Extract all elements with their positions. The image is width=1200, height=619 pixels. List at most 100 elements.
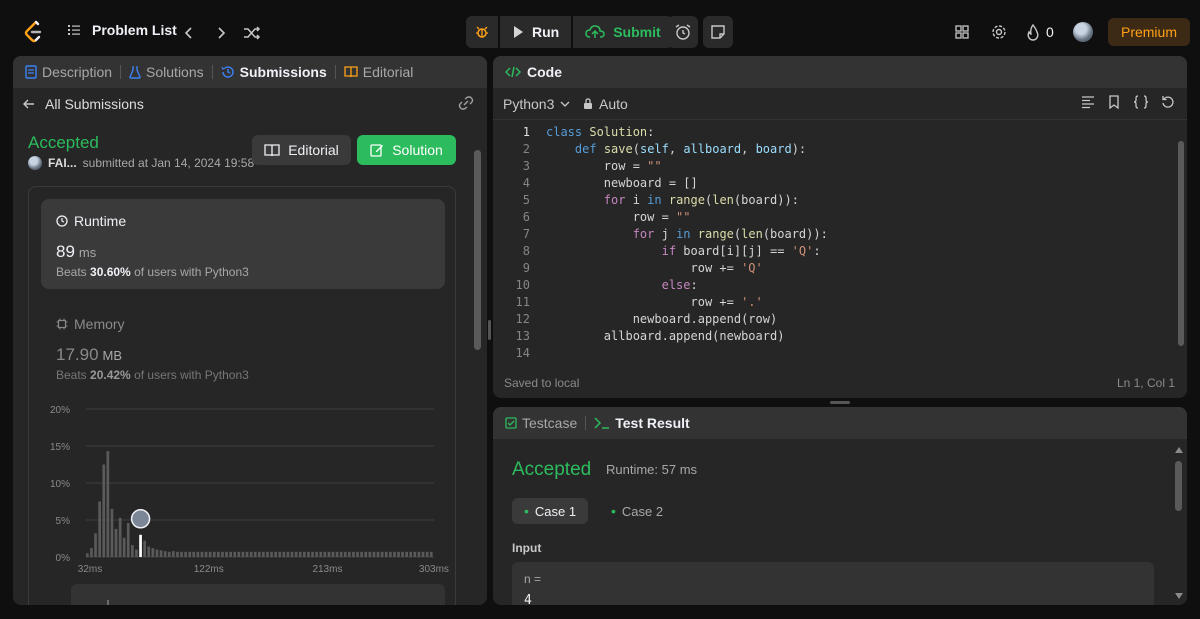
problem-list-nav[interactable]: Problem List xyxy=(66,22,177,38)
memory-card[interactable]: Memory 17.90 MB Beats 20.42% of users wit… xyxy=(41,302,445,382)
chart-bar[interactable] xyxy=(196,551,200,557)
chart-bar[interactable] xyxy=(270,551,273,557)
braces-icon[interactable] xyxy=(1133,95,1149,109)
chart-bar[interactable] xyxy=(278,551,282,557)
next-problem-button[interactable] xyxy=(210,22,232,44)
share-link-button[interactable] xyxy=(458,96,474,113)
chart-bar[interactable] xyxy=(233,551,237,557)
chart-bar[interactable] xyxy=(380,551,384,557)
chart-bar[interactable] xyxy=(249,551,253,557)
chart-bar[interactable] xyxy=(389,551,392,557)
user-avatar[interactable] xyxy=(1073,22,1093,42)
chart-bar[interactable] xyxy=(319,551,323,557)
chart-bar[interactable] xyxy=(397,551,400,557)
chart-bar[interactable] xyxy=(122,537,126,557)
tab-editorial[interactable]: Editorial xyxy=(344,64,413,80)
chart-bar[interactable] xyxy=(393,551,396,557)
chart-bar[interactable] xyxy=(348,551,351,557)
chart-bar[interactable] xyxy=(200,551,204,557)
case-2-tab[interactable]: • Case 2 xyxy=(599,498,675,524)
chart-bar[interactable] xyxy=(425,551,429,557)
tab-test-result[interactable]: Test Result xyxy=(594,415,690,431)
scroll-down-icon[interactable] xyxy=(1175,593,1183,599)
chart-bar[interactable] xyxy=(331,551,335,557)
auto-mode-toggle[interactable]: Auto xyxy=(583,96,628,112)
chart-bar[interactable] xyxy=(405,551,408,557)
chart-bar[interactable] xyxy=(106,451,110,557)
chart-bar[interactable] xyxy=(376,551,380,557)
chart-bar[interactable] xyxy=(343,551,347,557)
chart-bar[interactable] xyxy=(401,551,404,557)
language-select[interactable]: Python3 xyxy=(503,96,570,112)
chart-bar[interactable] xyxy=(303,551,306,557)
chart-bar[interactable] xyxy=(327,551,331,557)
random-problem-button[interactable] xyxy=(241,22,263,44)
chart-bar[interactable] xyxy=(180,551,183,557)
chart-bar[interactable] xyxy=(151,548,155,557)
chart-bar[interactable] xyxy=(155,549,159,557)
chart-bar[interactable] xyxy=(237,551,241,557)
chart-bar[interactable] xyxy=(429,551,433,557)
result-scrollbar[interactable] xyxy=(1175,461,1182,511)
editorial-button[interactable]: Editorial xyxy=(252,135,351,165)
chart-bar[interactable] xyxy=(298,551,302,557)
chart-bar[interactable] xyxy=(159,550,163,557)
chart-bar[interactable] xyxy=(229,551,232,557)
debug-button[interactable] xyxy=(466,16,498,48)
chart-bar[interactable] xyxy=(253,551,257,557)
runtime-distribution-chart[interactable]: 20% 15% 10% 5% 0% 32ms 122ms 213ms 303ms xyxy=(29,392,455,582)
chart-bar[interactable] xyxy=(192,551,196,557)
runtime-card[interactable]: Runtime 89 ms Beats 30.60% of users with … xyxy=(41,199,445,289)
timer-button[interactable] xyxy=(668,16,698,48)
chart-bar[interactable] xyxy=(225,551,228,557)
chart-bar[interactable] xyxy=(184,551,187,557)
chart-bar[interactable] xyxy=(245,551,249,557)
chart-bar[interactable] xyxy=(143,540,146,557)
chart-bar[interactable] xyxy=(294,551,298,557)
chart-bar[interactable] xyxy=(352,551,355,557)
chart-bar[interactable] xyxy=(90,548,93,557)
chart-bar[interactable] xyxy=(421,551,425,557)
chart-bar[interactable] xyxy=(274,551,277,557)
chart-bar[interactable] xyxy=(86,553,89,557)
chart-bar[interactable] xyxy=(118,517,122,557)
solution-button[interactable]: Solution xyxy=(357,135,456,165)
chart-bar[interactable] xyxy=(176,551,179,557)
code-editor[interactable]: 1 class Solution: 2 def save(self, allboa… xyxy=(493,124,1187,364)
chart-bar[interactable] xyxy=(282,551,286,557)
tab-solutions[interactable]: Solutions xyxy=(129,64,204,80)
chart-bar[interactable] xyxy=(315,551,318,557)
current-submission-marker[interactable] xyxy=(130,509,151,529)
tab-submissions[interactable]: Submissions xyxy=(221,64,327,80)
chart-bar[interactable] xyxy=(364,551,368,557)
submit-button[interactable]: Submit xyxy=(573,16,673,48)
chart-bar[interactable] xyxy=(212,551,216,557)
chart-bar[interactable] xyxy=(217,551,220,557)
reset-icon[interactable] xyxy=(1161,95,1175,109)
chart-bar[interactable] xyxy=(114,528,118,557)
chart-bar[interactable] xyxy=(204,551,208,557)
chart-bar[interactable] xyxy=(286,551,290,557)
chart-bar[interactable] xyxy=(417,551,421,557)
submitter-name[interactable]: FAI... xyxy=(48,156,77,170)
left-scrollbar[interactable] xyxy=(474,150,481,350)
streak-counter[interactable]: 0 xyxy=(1026,21,1058,43)
case-1-tab[interactable]: • Case 1 xyxy=(512,498,589,524)
chart-bar[interactable] xyxy=(356,551,359,557)
chart-bar[interactable] xyxy=(266,551,269,557)
vertical-resize-handle[interactable] xyxy=(488,320,491,340)
chart-bar[interactable] xyxy=(335,551,339,557)
chart-bar[interactable] xyxy=(241,551,245,557)
chart-bar[interactable] xyxy=(413,551,417,557)
chart-bar[interactable] xyxy=(323,551,327,557)
all-submissions-link[interactable]: All Submissions xyxy=(23,96,144,112)
chart-bar-current[interactable] xyxy=(139,534,142,557)
chart-bar[interactable] xyxy=(163,551,167,557)
chart-bar[interactable] xyxy=(110,508,114,557)
chart-bar[interactable] xyxy=(221,551,224,557)
scroll-up-icon[interactable] xyxy=(1175,447,1183,453)
chart-bar[interactable] xyxy=(208,551,212,557)
chart-bar[interactable] xyxy=(311,551,314,557)
chart-bar[interactable] xyxy=(147,546,151,557)
notes-button[interactable] xyxy=(703,16,733,48)
